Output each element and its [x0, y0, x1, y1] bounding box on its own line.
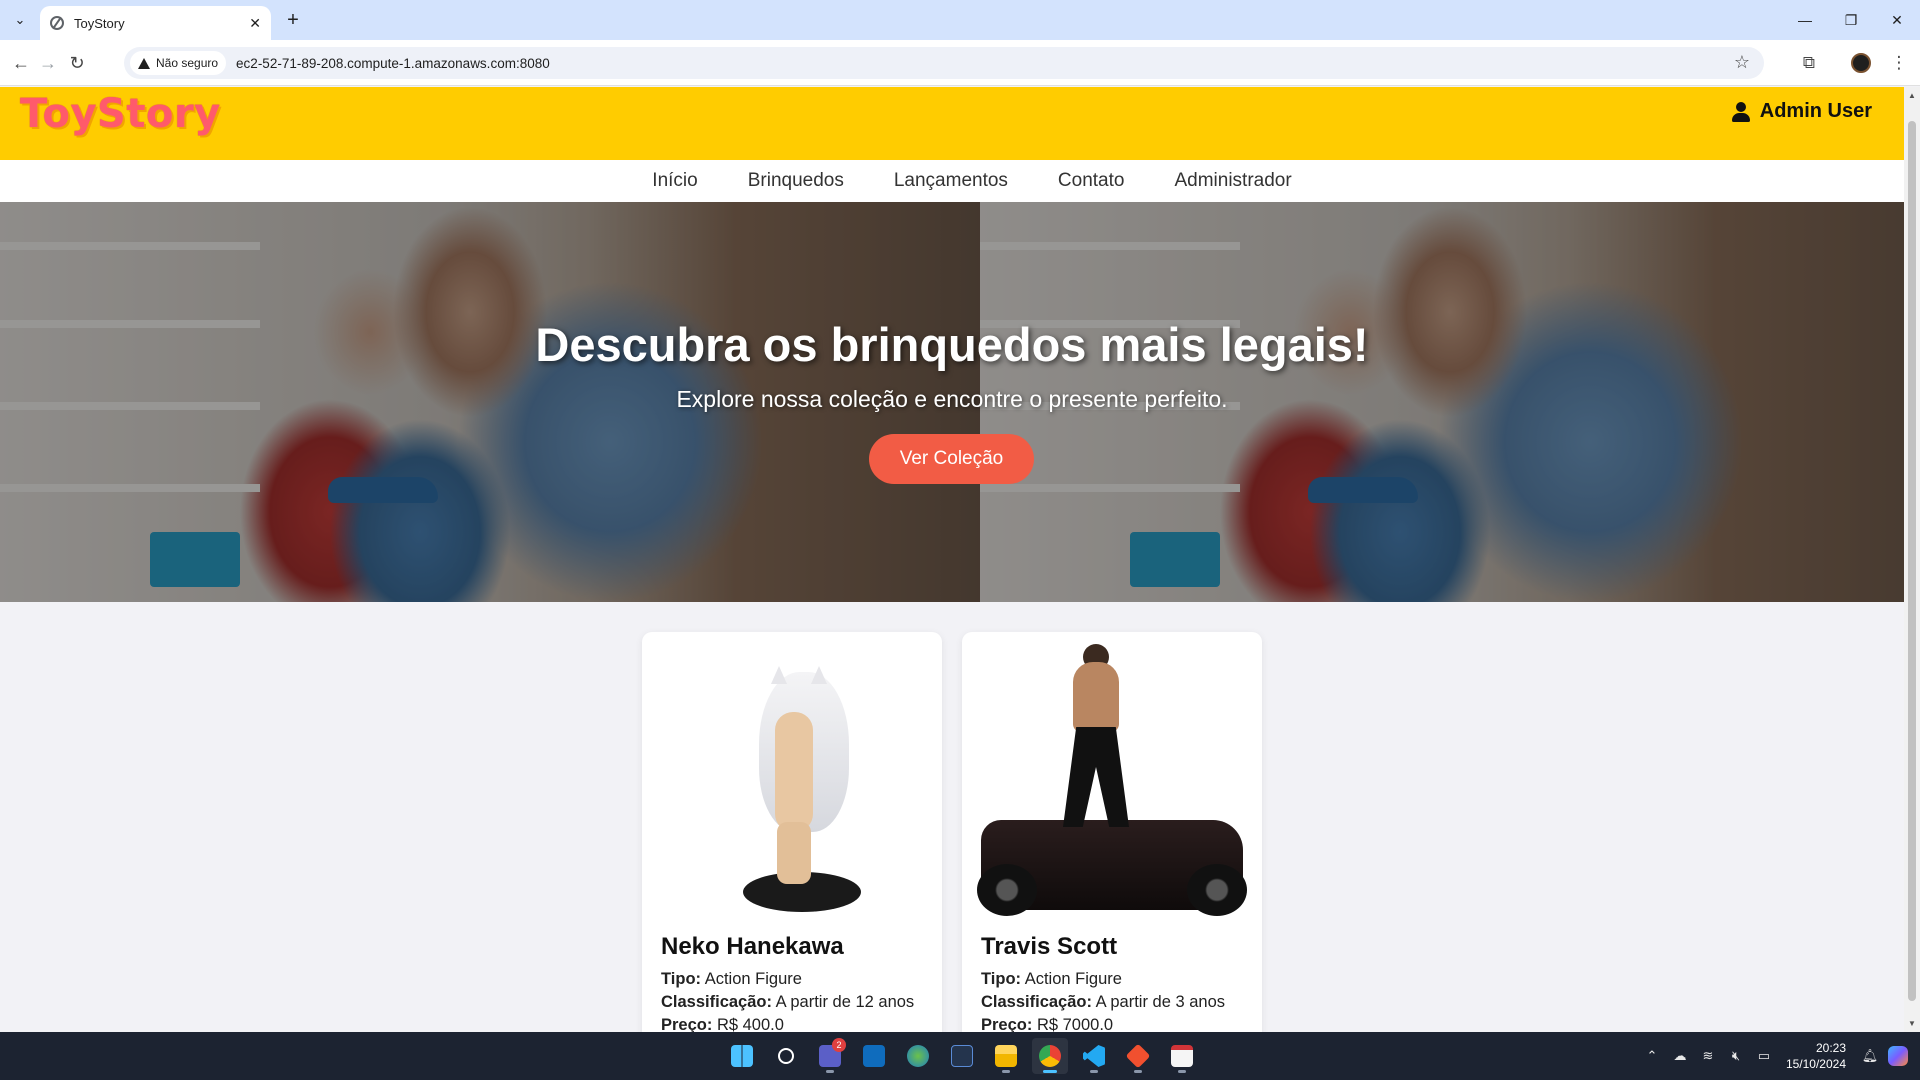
- product-name: Neko Hanekawa: [661, 933, 844, 960]
- windows-taskbar: 2 ⌃ ☁ ≋ 🔇︎ ▭ 20:23 15/10/2024 🔔︎: [0, 1032, 1920, 1080]
- product-price: Preço: R$ 7000.0: [981, 1016, 1114, 1033]
- site-logo[interactable]: ToyStory: [20, 91, 221, 137]
- minimize-button[interactable]: —: [1782, 0, 1828, 40]
- product-rating: Classificação: A partir de 3 anos: [981, 993, 1226, 1011]
- web-page: ToyStory Admin User Início Brinquedos La…: [0, 87, 1904, 1032]
- nav-link-brinquedos[interactable]: Brinquedos: [748, 170, 844, 192]
- system-clock[interactable]: 20:23 15/10/2024: [1786, 1040, 1846, 1072]
- security-chip[interactable]: Não seguro: [130, 51, 227, 75]
- bookmark-star-icon[interactable]: ☆: [1734, 52, 1750, 73]
- globe-app-icon[interactable]: [900, 1038, 936, 1074]
- new-tab-button[interactable]: +: [282, 9, 304, 31]
- product-type: Tipo: Action Figure: [661, 970, 802, 988]
- clock-time: 20:23: [1815, 1041, 1846, 1055]
- tab-title: ToyStory: [74, 15, 125, 31]
- scroll-thumb[interactable]: [1908, 121, 1916, 1001]
- copilot-icon[interactable]: [1886, 1044, 1910, 1068]
- nav-link-contato[interactable]: Contato: [1058, 170, 1125, 192]
- teams-icon[interactable]: 2: [812, 1038, 848, 1074]
- product-grid: Neko Hanekawa Tipo: Action Figure Classi…: [642, 632, 1262, 1032]
- tab-search-chevron-icon[interactable]: ⌄: [8, 8, 32, 32]
- forward-arrow-icon[interactable]: →: [35, 50, 61, 76]
- speaker-muted-icon[interactable]: 🔇︎: [1724, 1044, 1748, 1068]
- profile-avatar[interactable]: [1848, 50, 1874, 76]
- taskbar-apps: 2: [724, 1038, 1200, 1074]
- nav-link-administrador[interactable]: Administrador: [1174, 170, 1291, 192]
- security-label: Não seguro: [156, 56, 219, 70]
- browser-menu-icon[interactable]: ⋮: [1886, 50, 1912, 76]
- wifi-icon[interactable]: ≋: [1696, 1044, 1720, 1068]
- address-bar[interactable]: Não seguro ec2-52-71-89-208.compute-1.am…: [124, 47, 1764, 79]
- document-app-icon[interactable]: [1164, 1038, 1200, 1074]
- product-price: Preço: R$ 400.0: [661, 1016, 784, 1033]
- window-close-button[interactable]: ✕: [1874, 0, 1920, 40]
- chrome-icon[interactable]: [1032, 1038, 1068, 1074]
- system-tray: ⌃ ☁ ≋ 🔇︎ ▭ 20:23 15/10/2024 🔔︎: [1638, 1032, 1920, 1080]
- main-navigation: Início Brinquedos Lançamentos Contato Ad…: [0, 160, 1904, 202]
- product-image: [977, 644, 1247, 917]
- browser-tab-strip: ⌄ ToyStory ✕ + — ❐ ✕: [0, 0, 1920, 40]
- outlook-icon[interactable]: [856, 1038, 892, 1074]
- git-icon[interactable]: [1120, 1038, 1156, 1074]
- window-controls: — ❐ ✕: [1782, 0, 1920, 40]
- chevron-up-icon[interactable]: ⌃: [1640, 1044, 1664, 1068]
- start-windows-icon[interactable]: [724, 1038, 760, 1074]
- product-type: Tipo: Action Figure: [981, 970, 1122, 988]
- code-editor-icon[interactable]: [944, 1038, 980, 1074]
- browser-tab[interactable]: ToyStory ✕: [40, 6, 271, 40]
- scroll-down-arrow-icon[interactable]: ▼: [1908, 1019, 1916, 1028]
- hero-title: Descubra os brinquedos mais legais!: [535, 318, 1369, 371]
- product-name: Travis Scott: [981, 933, 1118, 960]
- search-icon[interactable]: [768, 1038, 804, 1074]
- restore-button[interactable]: ❐: [1828, 0, 1874, 40]
- view-collection-button[interactable]: Ver Coleção: [869, 434, 1034, 484]
- vscode-icon[interactable]: [1076, 1038, 1112, 1074]
- nav-link-lancamentos[interactable]: Lançamentos: [894, 170, 1008, 192]
- notification-bell-icon[interactable]: 🔔︎: [1858, 1044, 1882, 1068]
- tab-close-icon[interactable]: ✕: [249, 15, 261, 32]
- browser-toolbar: ← → ↻ Não seguro ec2-52-71-89-208.comput…: [0, 40, 1920, 86]
- user-menu[interactable]: Admin User: [1731, 100, 1872, 123]
- clock-date: 15/10/2024: [1785, 1057, 1846, 1071]
- reload-icon[interactable]: ↻: [64, 50, 90, 76]
- scroll-up-arrow-icon[interactable]: ▲: [1908, 91, 1916, 100]
- teams-notification-badge: 2: [832, 1038, 846, 1052]
- hero-banner: Descubra os brinquedos mais legais! Expl…: [0, 202, 1904, 602]
- product-card[interactable]: Neko Hanekawa Tipo: Action Figure Classi…: [642, 632, 942, 1032]
- extensions-puzzle-icon[interactable]: ⧉: [1796, 50, 1822, 76]
- battery-icon[interactable]: ▭: [1752, 1044, 1776, 1068]
- user-icon: [1731, 101, 1750, 122]
- hero-subtitle: Explore nossa coleção e encontre o prese…: [676, 386, 1228, 412]
- site-header: ToyStory Admin User: [0, 87, 1904, 160]
- globe-icon: [50, 16, 64, 30]
- product-image: [661, 652, 923, 917]
- onedrive-cloud-icon[interactable]: ☁: [1668, 1044, 1692, 1068]
- product-card[interactable]: Travis Scott Tipo: Action Figure Classif…: [962, 632, 1262, 1032]
- back-arrow-icon[interactable]: ←: [8, 50, 34, 76]
- file-explorer-icon[interactable]: [988, 1038, 1024, 1074]
- product-rating: Classificação: A partir de 12 anos: [661, 993, 915, 1011]
- page-scrollbar[interactable]: ▲ ▼: [1904, 87, 1920, 1032]
- user-name: Admin User: [1759, 100, 1872, 122]
- nav-link-inicio[interactable]: Início: [652, 170, 697, 192]
- warning-icon: [138, 57, 150, 69]
- url-text[interactable]: ec2-52-71-89-208.compute-1.amazonaws.com…: [236, 56, 550, 71]
